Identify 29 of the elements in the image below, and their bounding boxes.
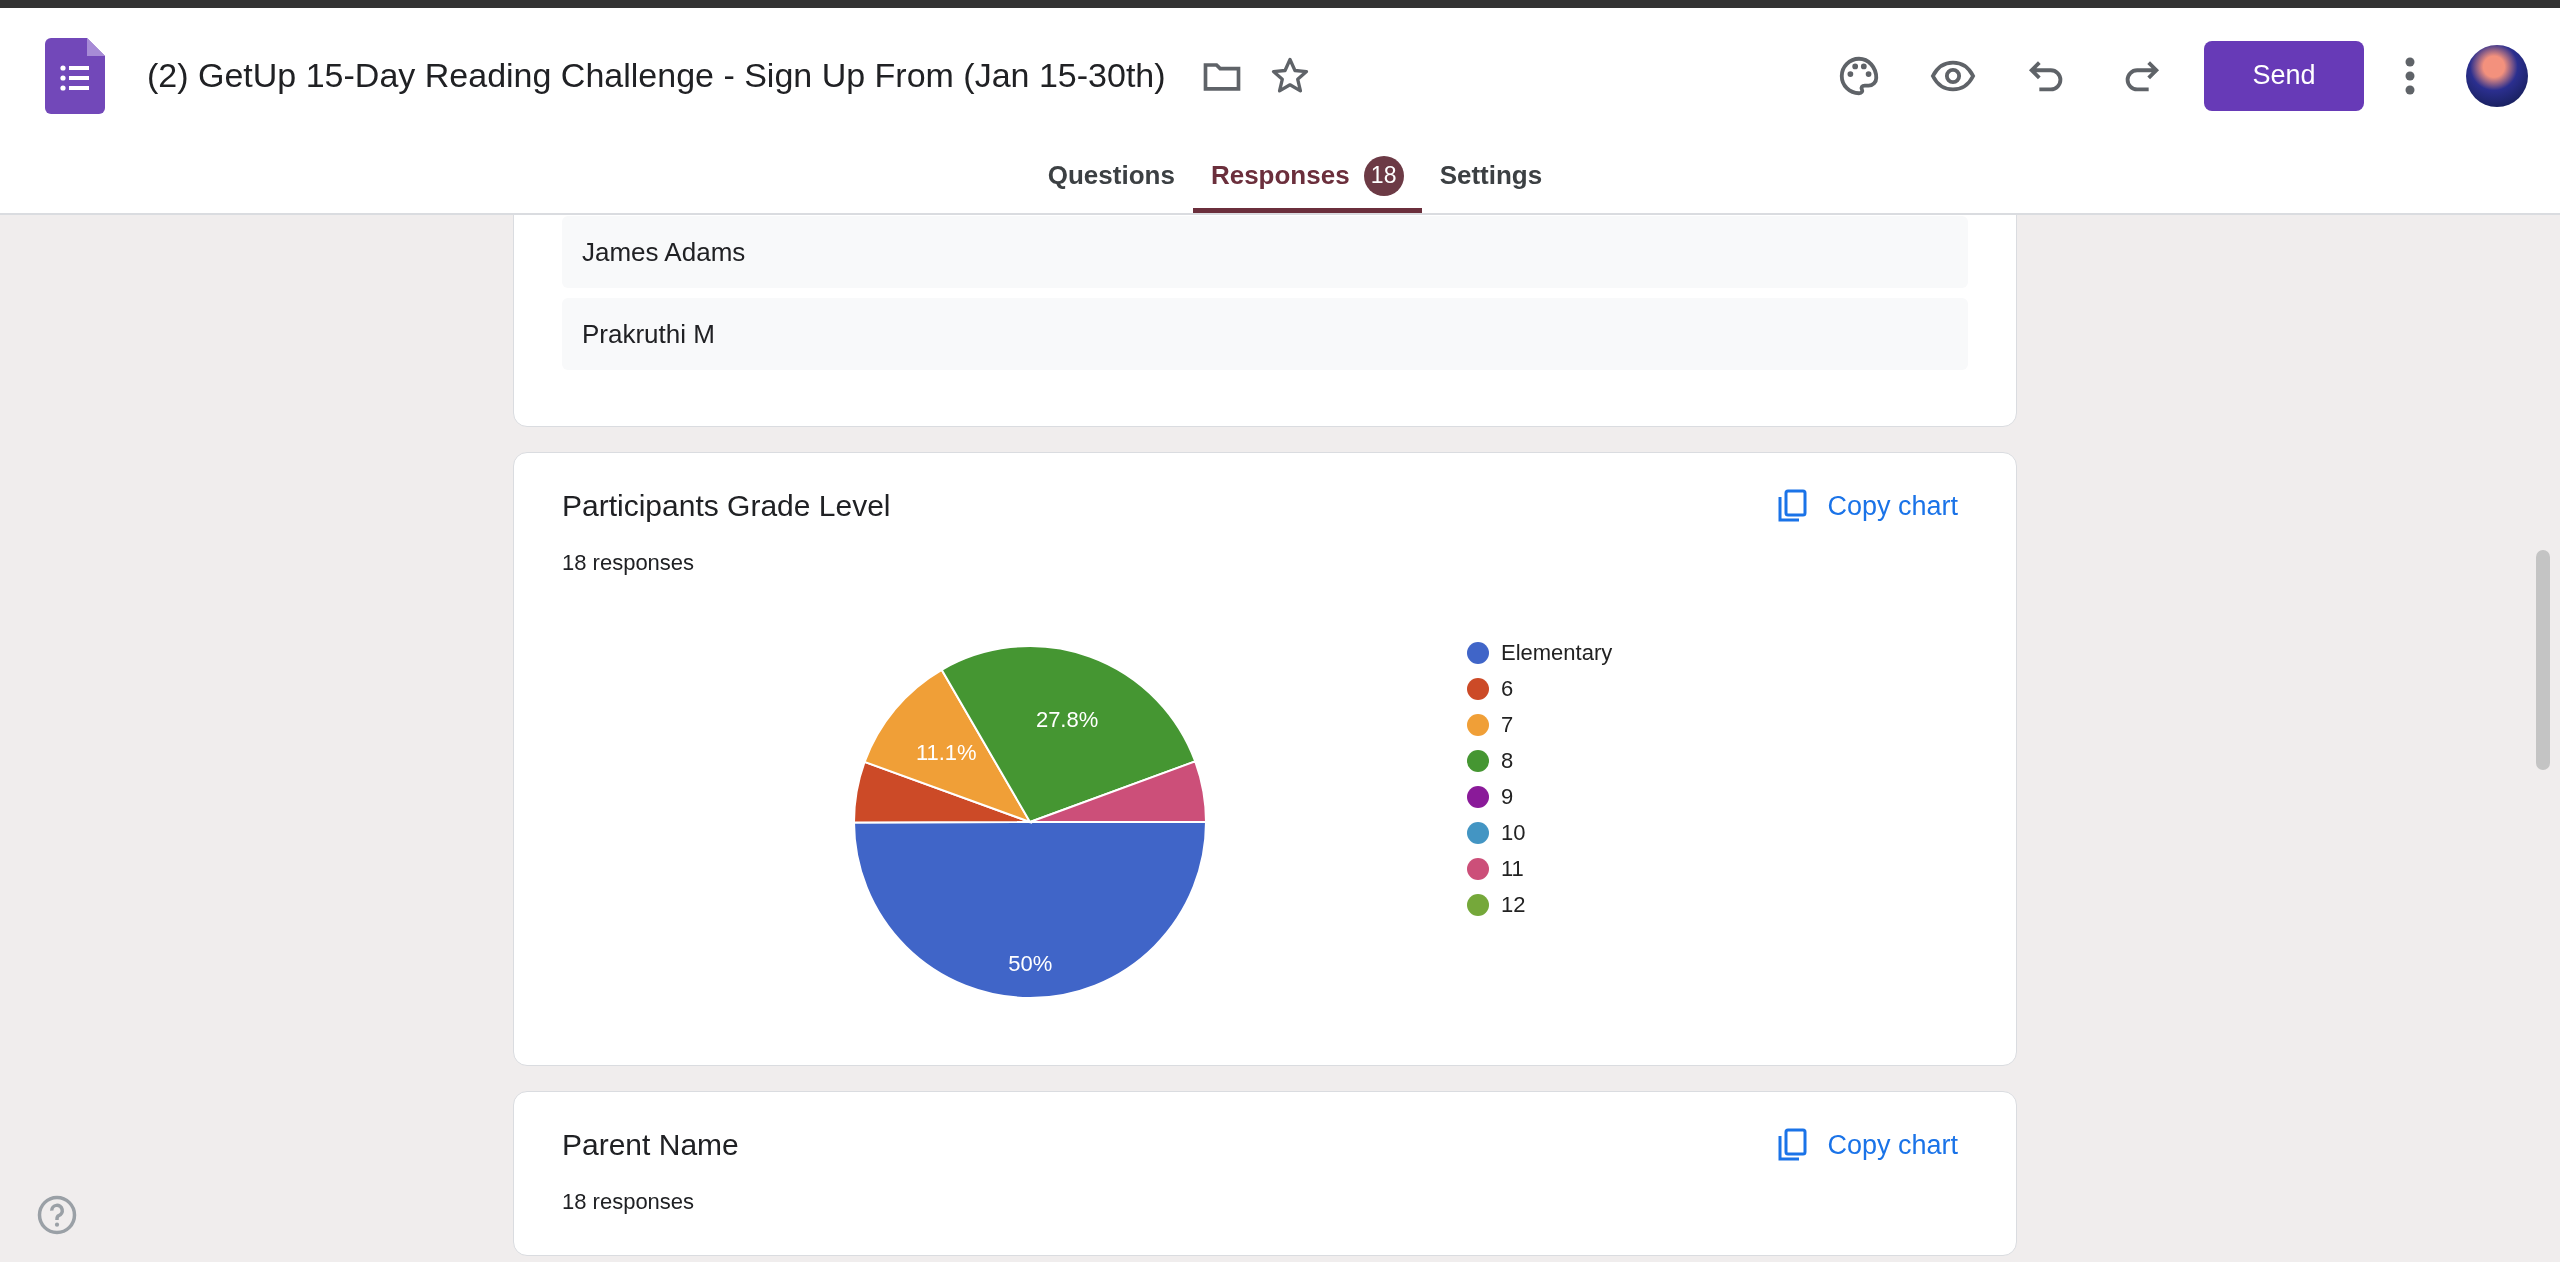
copy-icon [1777,1128,1808,1162]
send-button[interactable]: Send [2204,40,2364,111]
slice-label: 50% [1008,950,1053,976]
legend-label: 7 [1501,712,1514,738]
tab[interactable]: Questions [1029,143,1193,213]
slice-label: 27.8% [1035,707,1099,733]
legend-label: 11 [1501,856,1524,882]
tab[interactable]: Settings [1421,143,1561,213]
form-title[interactable]: (2) GetUp 15-Day Reading Challenge - Sign Up From (Jan 15-30th) [147,56,1166,95]
slice-label: 11.1% [915,740,977,765]
scrollbar[interactable] [2536,550,2550,770]
count-badge: 18 [1363,155,1404,196]
forms-logo-icon[interactable] [45,37,105,114]
copy-chart-button[interactable]: Copy chart [1777,1128,1968,1162]
copy-chart-button[interactable]: Copy chart [1777,489,1968,523]
legend-label: Elementary [1501,640,1613,666]
copy-icon [1777,489,1808,523]
response-entry: James Adams [562,216,1968,288]
legend-label: 9 [1501,784,1514,810]
question-title: Parent Name [562,1128,739,1162]
question-title: Participants Grade Level [562,489,891,523]
legend-label: 8 [1501,748,1514,774]
legend-label: 12 [1501,892,1526,918]
more-options-icon[interactable] [2404,55,2416,96]
legend-label: 10 [1501,820,1526,846]
response-entry: Prakruthi M [562,298,1968,370]
response-count: 18 responses [562,550,696,576]
response-count: 18 responses [562,1189,696,1215]
legend-label: 6 [1501,676,1514,702]
